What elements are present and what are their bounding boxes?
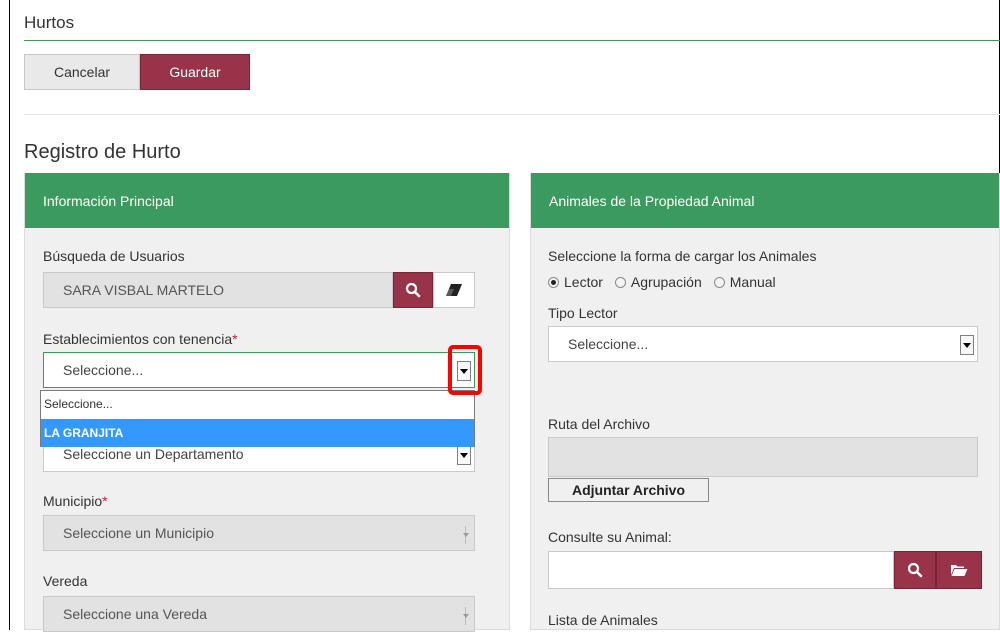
main-info-panel-heading: Información Principal: [25, 173, 509, 228]
user-search-value: SARA VISBAL MARTELO: [63, 282, 225, 298]
toolbar-divider: [24, 114, 1000, 115]
reader-type-select[interactable]: Seleccione...: [548, 326, 978, 362]
search-user-button[interactable]: [393, 272, 433, 308]
reader-type-select-value: Seleccione...: [568, 336, 649, 352]
search-animal-button[interactable]: [894, 551, 936, 589]
attach-file-button[interactable]: Adjuntar Archivo: [548, 478, 709, 502]
radio-label: Agrupación: [630, 274, 702, 290]
folder-open-icon: [951, 565, 968, 576]
eraser-icon: [446, 284, 462, 296]
village-select[interactable]: Seleccione una Vereda: [43, 596, 475, 632]
save-button[interactable]: Guardar: [140, 54, 250, 90]
radio-selected-icon[interactable]: [548, 276, 559, 288]
establishment-dropdown-list[interactable]: Seleccione... LA GRANJITA: [40, 390, 475, 447]
dropdown-arrow-icon[interactable]: [457, 445, 471, 465]
department-select-value: Seleccione un Departamento: [63, 446, 244, 462]
dropdown-arrow-icon: [463, 533, 469, 537]
radio-option-manual[interactable]: Manual: [713, 274, 776, 290]
radio-option-agrupacion[interactable]: Agrupación: [614, 274, 702, 290]
village-label: Vereda: [43, 573, 88, 589]
title-divider: [24, 40, 1000, 41]
reader-type-label: Tipo Lector: [548, 305, 618, 321]
dropdown-arrow-icon[interactable]: [960, 335, 974, 355]
animal-query-input[interactable]: [548, 551, 894, 589]
municipality-label-text: Municipio: [43, 493, 103, 509]
clear-user-button[interactable]: [433, 272, 475, 308]
establishment-label-text: Establecimientos con tenencia: [43, 331, 233, 347]
search-icon: [405, 282, 421, 298]
window-border-left: [9, 0, 10, 630]
municipality-select[interactable]: Seleccione un Municipio: [43, 515, 475, 551]
load-mode-radio-group: Lector Agrupación Manual: [548, 274, 788, 290]
establishment-label: Establecimientos con tenencia*: [43, 331, 238, 347]
user-search-input[interactable]: SARA VISBAL MARTELO: [43, 272, 393, 308]
animals-panel-heading: Animales de la Propiedad Animal: [531, 173, 999, 228]
radio-icon[interactable]: [713, 276, 725, 288]
municipality-select-value: Seleccione un Municipio: [63, 525, 214, 541]
municipality-required-mark: *: [102, 493, 108, 509]
section-title: Registro de Hurto: [24, 141, 181, 163]
browse-animal-button[interactable]: [936, 551, 982, 589]
radio-label: Lector: [564, 274, 603, 290]
dropdown-option-highlighted[interactable]: LA GRANJITA: [41, 419, 474, 447]
radio-label: Manual: [729, 274, 776, 290]
animal-query-label: Consulte su Animal:: [548, 529, 672, 545]
dropdown-arrow-icon: [463, 614, 469, 618]
establishment-required-mark: *: [232, 331, 238, 347]
cancel-button[interactable]: Cancelar: [24, 54, 140, 90]
establishment-select[interactable]: Seleccione...: [43, 352, 475, 388]
annotation-highlight-box: [448, 345, 482, 395]
user-search-label: Búsqueda de Usuarios: [43, 248, 185, 264]
search-icon: [907, 562, 923, 578]
page-title: Hurtos: [24, 13, 75, 32]
load-mode-label: Seleccione la forma de cargar los Animal…: [548, 248, 817, 264]
file-path-label: Ruta del Archivo: [548, 416, 650, 432]
village-select-value: Seleccione una Vereda: [63, 606, 207, 622]
file-path-input[interactable]: [548, 437, 978, 477]
municipality-label: Municipio*: [43, 493, 108, 509]
dropdown-option[interactable]: Seleccione...: [41, 391, 474, 417]
radio-option-lector[interactable]: Lector: [548, 274, 603, 290]
animal-list-label: Lista de Animales: [548, 612, 658, 628]
radio-icon[interactable]: [614, 276, 626, 288]
establishment-select-value: Seleccione...: [63, 362, 144, 378]
